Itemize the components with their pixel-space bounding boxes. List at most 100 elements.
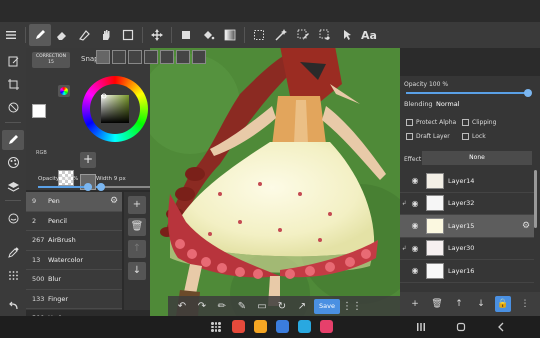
lock-checkbox[interactable]: Lock: [462, 133, 486, 140]
snap-curve-button[interactable]: [176, 50, 190, 64]
brush-name: Watercolor: [48, 255, 84, 264]
protect-alpha-checkbox[interactable]: Protect Alpha: [406, 119, 456, 126]
draft-layer-checkbox[interactable]: Draft Layer: [406, 133, 450, 140]
gear-icon[interactable]: ⚙: [522, 221, 534, 231]
app-icon-medibang[interactable]: [232, 320, 245, 333]
material-button[interactable]: [2, 208, 24, 228]
visibility-eye-icon[interactable]: ◉: [408, 176, 422, 185]
layer-row-layer16[interactable]: ◉ Layer16: [400, 260, 534, 283]
brush-item-finger[interactable]: 133 Finger: [26, 290, 122, 309]
grid-button[interactable]: ⋮⋮: [342, 298, 362, 314]
redo-button[interactable]: ↷: [194, 298, 210, 314]
visibility-eye-icon[interactable]: ◉: [408, 244, 422, 253]
select-eraser-icon: [319, 29, 330, 40]
add-layer-button[interactable]: +: [407, 296, 423, 312]
correction-button[interactable]: CORRECTION 15: [32, 52, 70, 68]
brush-quick-button[interactable]: ✎: [234, 298, 250, 314]
app-icon-messages[interactable]: [276, 320, 289, 333]
drawing-canvas[interactable]: [150, 44, 400, 316]
width-slider-knob[interactable]: [97, 183, 105, 191]
color-wheel[interactable]: [82, 76, 148, 142]
new-canvas-button[interactable]: [2, 51, 24, 71]
foreground-color-swatch[interactable]: [32, 104, 46, 118]
delete-brush-button[interactable]: 🗑: [128, 218, 146, 236]
brush-move-up-button[interactable]: ↑: [128, 240, 146, 258]
eraser-tool-button[interactable]: [51, 24, 73, 46]
visibility-eye-icon[interactable]: ◉: [408, 221, 422, 230]
rotate-canvas-button[interactable]: ↻: [274, 298, 290, 314]
brush-item-pen[interactable]: 9 Pen ⚙: [26, 192, 122, 212]
snap-off-button[interactable]: [96, 50, 110, 64]
hand-tool-button[interactable]: [95, 24, 117, 46]
layer-opacity-knob[interactable]: [524, 89, 532, 97]
layer-row-layer15[interactable]: ◉ Layer15 ⚙: [400, 215, 534, 238]
brush-item-pencil[interactable]: 2 Pencil: [26, 212, 122, 231]
back-nav-button[interactable]: [494, 320, 508, 334]
layer-move-up-button[interactable]: ↑: [451, 296, 467, 312]
eyedropper-button[interactable]: [2, 242, 24, 262]
visibility-eye-icon[interactable]: ◉: [408, 266, 422, 275]
fill-rectangle-button[interactable]: [175, 24, 197, 46]
add-color-button[interactable]: +: [80, 152, 96, 168]
fullscreen-button[interactable]: ↗: [294, 298, 310, 314]
delete-layer-button[interactable]: 🗑: [429, 296, 445, 312]
undo-button[interactable]: ↶: [174, 298, 190, 314]
lock-layer-button[interactable]: 🔒: [495, 296, 511, 312]
home-button[interactable]: [454, 320, 468, 334]
add-brush-button[interactable]: +: [128, 196, 146, 214]
back-button[interactable]: [2, 296, 24, 316]
layer-menu-button[interactable]: ⋮: [517, 296, 533, 312]
app-icon-files[interactable]: [254, 320, 267, 333]
opacity-slider-knob[interactable]: [84, 183, 92, 191]
grid-toggle-button[interactable]: [2, 266, 24, 286]
effect-select[interactable]: None: [422, 151, 532, 165]
color-mode-button[interactable]: [58, 85, 70, 97]
app-drawer-icon[interactable]: [211, 322, 221, 332]
magic-wand-button[interactable]: [270, 24, 292, 46]
brush-item-airbrush[interactable]: 267 AirBrush: [26, 231, 122, 251]
app-icon-chat[interactable]: [298, 320, 311, 333]
gear-icon[interactable]: ⚙: [110, 196, 122, 206]
gradient-tool-button[interactable]: [219, 24, 241, 46]
save-button[interactable]: Save: [314, 298, 340, 314]
snap-radial-button[interactable]: [144, 50, 158, 64]
clipping-indicator-icon: ↲: [401, 199, 407, 207]
eraser-quick-button[interactable]: ▭: [254, 298, 270, 314]
layer-panel-button[interactable]: [2, 176, 24, 196]
bucket-tool-button[interactable]: [197, 24, 219, 46]
select-dotted-button[interactable]: [248, 24, 270, 46]
text-tool-button[interactable]: Aa: [358, 24, 380, 46]
layer-row-layer14[interactable]: ◉ Layer14: [400, 170, 534, 193]
color-panel-button[interactable]: [2, 153, 24, 173]
crop-button[interactable]: [2, 74, 24, 94]
move-tool-button[interactable]: [146, 24, 168, 46]
snap-circle-button[interactable]: [160, 50, 174, 64]
eyedropper-quick-button[interactable]: ✏: [214, 298, 230, 314]
visibility-eye-icon[interactable]: ◉: [408, 199, 422, 208]
select-eraser-button[interactable]: [314, 24, 336, 46]
rotate-button[interactable]: [2, 97, 24, 117]
app-icon-camera[interactable]: [320, 320, 333, 333]
recent-apps-button[interactable]: [414, 320, 428, 334]
layer-row-layer32[interactable]: ↲ ◉ Layer32: [400, 193, 534, 215]
brush-item-blur[interactable]: 500 Blur: [26, 270, 122, 290]
blending-mode-select[interactable]: Normal: [436, 100, 460, 108]
menu-button[interactable]: [0, 24, 22, 46]
select-pen-button[interactable]: [292, 24, 314, 46]
layer-row-layer30[interactable]: ↲ ◉ Layer30: [400, 238, 534, 260]
clipping-checkbox[interactable]: Clipping: [462, 119, 496, 126]
pointer-tool-button[interactable]: [336, 24, 358, 46]
layer-list-scrollbar[interactable]: [534, 170, 537, 228]
snap-grid-button[interactable]: [128, 50, 142, 64]
snap-parallel-button[interactable]: [112, 50, 126, 64]
snap-perspective-button[interactable]: [192, 50, 206, 64]
blur-tool-button[interactable]: [73, 24, 95, 46]
brush-move-down-button[interactable]: ↓: [128, 262, 146, 280]
material-icon: [8, 213, 18, 224]
select-rectangle-button[interactable]: [117, 24, 139, 46]
pen-tool-button[interactable]: [29, 24, 51, 46]
layer-opacity-slider[interactable]: [406, 92, 530, 94]
brush-panel-button[interactable]: [2, 129, 24, 150]
layer-move-down-button[interactable]: ↓: [473, 296, 489, 312]
brush-item-watercolor[interactable]: 13 Watercolor: [26, 251, 122, 270]
